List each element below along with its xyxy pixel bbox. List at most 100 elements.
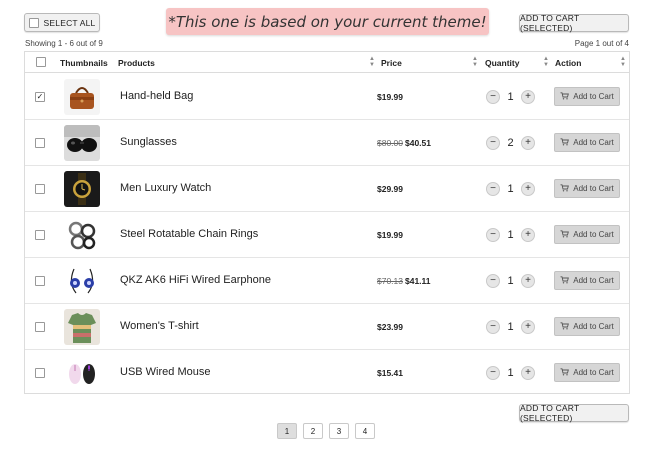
column-thumbnails-label: Thumbnails (60, 57, 108, 68)
table-row: Men Luxury Watch $29.99 − 1 + Add to Car… (25, 166, 629, 212)
column-price[interactable]: Price ▲ ▼ (381, 52, 481, 73)
select-all-checkbox[interactable] (28, 17, 39, 28)
quantity-stepper: − 2 + (486, 135, 535, 151)
page-button-3[interactable]: 3 (329, 423, 349, 439)
decrease-quantity-button[interactable]: − (486, 228, 500, 242)
table-row: ✓ Hand-held Bag $19.99 − 1 + Add to Cart (25, 74, 629, 120)
product-thumbnail (64, 217, 100, 253)
quantity-stepper: − 1 + (486, 181, 535, 197)
product-name: Hand-held Bag (120, 90, 194, 102)
add-selected-to-cart-button-bottom[interactable]: ADD TO CART (SELECTED) (519, 403, 629, 423)
product-thumbnail (64, 355, 100, 391)
row-checkbox[interactable] (35, 184, 45, 194)
row-checkbox[interactable] (35, 138, 45, 148)
product-name: Sunglasses (120, 136, 177, 148)
product-price-cell: $80.00 $40.51 (377, 138, 431, 148)
product-thumbnail (64, 125, 100, 161)
select-all-label: SELECT ALL (43, 17, 96, 28)
theme-note-banner: *This one is based on your current theme… (166, 8, 489, 35)
product-name: QKZ AK6 HiFi Wired Earphone (120, 274, 272, 286)
sort-icon[interactable]: ▲ ▼ (472, 56, 478, 68)
product-price-cell: $15.41 (377, 368, 403, 378)
cart-icon (560, 275, 573, 286)
add-to-cart-label: Add to Cart (573, 184, 614, 193)
add-to-cart-label: Add to Cart (573, 92, 614, 101)
quantity-value[interactable]: 1 (505, 321, 517, 333)
current-price: $41.11 (405, 276, 431, 286)
add-to-cart-label: Add to Cart (573, 138, 614, 147)
product-name: USB Wired Mouse (120, 366, 211, 378)
table-row: QKZ AK6 HiFi Wired Earphone $70.13 $41.11… (25, 258, 629, 304)
current-price: $15.41 (377, 368, 403, 378)
add-to-cart-label: Add to Cart (573, 230, 614, 239)
table-row: USB Wired Mouse $15.41 − 1 + Add to Cart (25, 350, 629, 396)
increase-quantity-button[interactable]: + (521, 228, 535, 242)
product-thumbnail (64, 171, 100, 207)
increase-quantity-button[interactable]: + (521, 182, 535, 196)
product-price-cell: $19.99 (377, 92, 403, 102)
sort-icon[interactable]: ▲ ▼ (369, 56, 375, 68)
quantity-value[interactable]: 1 (505, 367, 517, 379)
quantity-value[interactable]: 1 (505, 183, 517, 195)
row-checkbox[interactable] (35, 368, 45, 378)
column-thumbnails: Thumbnails (60, 52, 115, 73)
increase-quantity-button[interactable]: + (521, 136, 535, 150)
quantity-stepper: − 1 + (486, 227, 535, 243)
decrease-quantity-button[interactable]: − (486, 320, 500, 334)
quantity-value[interactable]: 1 (505, 275, 517, 287)
sort-icon[interactable]: ▲ ▼ (543, 56, 549, 68)
row-checkbox[interactable]: ✓ (35, 92, 45, 102)
quantity-value[interactable]: 1 (505, 229, 517, 241)
column-products[interactable]: Products ▲ ▼ (118, 52, 378, 73)
decrease-quantity-button[interactable]: − (486, 182, 500, 196)
add-to-cart-button[interactable]: Add to Cart (554, 225, 620, 244)
row-checkbox[interactable] (35, 276, 45, 286)
decrease-quantity-button[interactable]: − (486, 136, 500, 150)
add-to-cart-label: Add to Cart (573, 368, 614, 377)
decrease-quantity-button[interactable]: − (486, 90, 500, 104)
column-quantity[interactable]: Quantity ▲ ▼ (485, 52, 552, 73)
decrease-quantity-button[interactable]: − (486, 274, 500, 288)
quantity-stepper: − 1 + (486, 365, 535, 381)
quantity-value[interactable]: 1 (505, 91, 517, 103)
table-header: Thumbnails Products ▲ ▼ Price ▲ ▼ Quantity… (25, 52, 629, 73)
row-checkbox[interactable] (35, 230, 45, 240)
add-to-cart-button[interactable]: Add to Cart (554, 271, 620, 290)
decrease-quantity-button[interactable]: − (486, 366, 500, 380)
add-to-cart-button[interactable]: Add to Cart (554, 133, 620, 152)
increase-quantity-button[interactable]: + (521, 366, 535, 380)
quantity-stepper: − 1 + (486, 273, 535, 289)
row-checkbox[interactable] (35, 322, 45, 332)
product-price-cell: $29.99 (377, 184, 403, 194)
column-action[interactable]: Action ▲ ▼ (555, 52, 629, 73)
page-button-4[interactable]: 4 (355, 423, 375, 439)
add-to-cart-button[interactable]: Add to Cart (554, 317, 620, 336)
select-all-button[interactable]: SELECT ALL (24, 13, 100, 32)
sort-icon[interactable]: ▲ ▼ (620, 56, 626, 68)
increase-quantity-button[interactable]: + (521, 320, 535, 334)
product-name: Steel Rotatable Chain Rings (120, 228, 259, 240)
add-to-cart-button[interactable]: Add to Cart (554, 87, 620, 106)
page-button-1[interactable]: 1 (277, 423, 297, 439)
column-quantity-label: Quantity (485, 57, 520, 68)
page-button-2[interactable]: 2 (303, 423, 323, 439)
increase-quantity-button[interactable]: + (521, 90, 535, 104)
cart-icon (560, 183, 573, 194)
quantity-stepper: − 1 + (486, 319, 535, 335)
column-price-label: Price (381, 57, 402, 68)
add-to-cart-button[interactable]: Add to Cart (554, 179, 620, 198)
quantity-value[interactable]: 2 (505, 137, 517, 149)
increase-quantity-button[interactable]: + (521, 274, 535, 288)
column-products-label: Products (118, 57, 155, 68)
showing-count: Showing 1 - 6 out of 9 (25, 39, 103, 48)
product-name: Men Luxury Watch (120, 182, 212, 194)
original-price: $70.13 (377, 276, 403, 286)
add-to-cart-button[interactable]: Add to Cart (554, 363, 620, 382)
cart-icon (560, 367, 573, 378)
cart-icon (560, 137, 573, 148)
add-selected-to-cart-button-top[interactable]: ADD TO CART (SELECTED) (519, 13, 629, 33)
current-price: $40.51 (405, 138, 431, 148)
add-to-cart-label: Add to Cart (573, 276, 614, 285)
header-select-checkbox[interactable] (36, 57, 46, 67)
current-price: $19.99 (377, 92, 403, 102)
